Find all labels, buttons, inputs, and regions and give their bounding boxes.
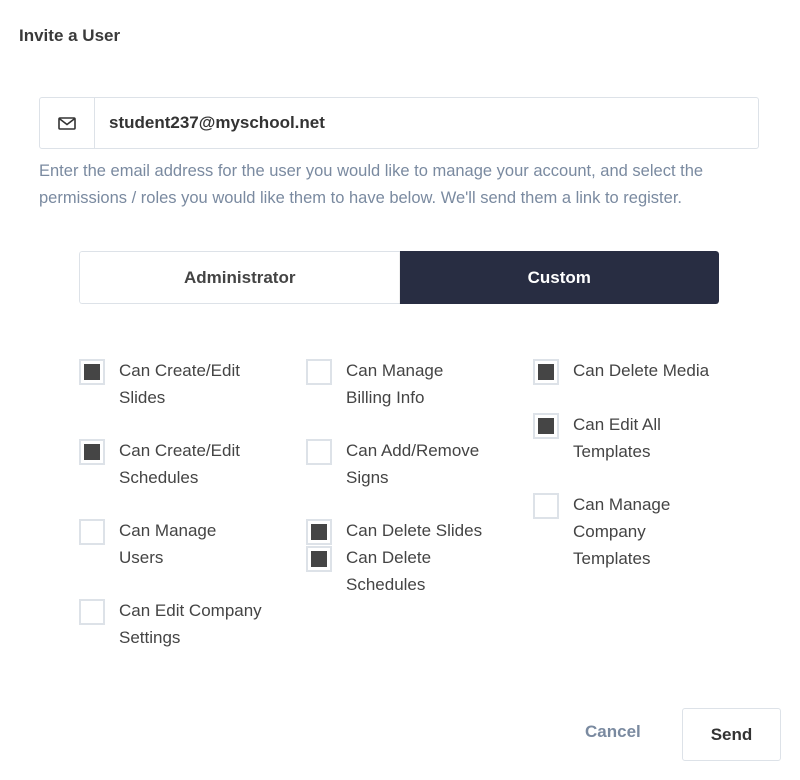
permission-checkbox[interactable] — [306, 519, 332, 545]
permission-label: Can Add/Remove Signs — [346, 441, 480, 487]
permission-label: Can Edit Company Settings — [119, 601, 262, 647]
permission-checkbox[interactable] — [306, 359, 332, 385]
permission-item[interactable]: Can Manage Users — [79, 518, 289, 571]
cancel-button[interactable]: Cancel — [585, 722, 641, 742]
permissions-column-1: Can Create/Edit Slides Can Create/Edit S… — [79, 358, 289, 678]
permission-checkbox[interactable] — [306, 439, 332, 465]
email-icon-addon — [40, 98, 95, 148]
permission-item[interactable]: Can Manage Billing Info — [306, 358, 516, 411]
checkbox-checked-mark — [311, 524, 327, 540]
permission-item[interactable]: Can Create/Edit Schedules — [79, 438, 289, 491]
permission-checkbox[interactable] — [79, 359, 105, 385]
permission-item[interactable]: Can Add/Remove Signs — [306, 438, 516, 491]
permission-label: Can Manage Company Templates — [573, 495, 671, 568]
checkbox-checked-mark — [311, 551, 327, 567]
permission-checkbox[interactable] — [533, 493, 559, 519]
email-input[interactable] — [95, 98, 758, 148]
checkbox-checked-mark — [538, 418, 554, 434]
checkbox-checked-mark — [538, 364, 554, 380]
permission-item[interactable]: Can Manage Company Templates — [533, 492, 743, 572]
permission-item[interactable]: Can Edit Company Settings — [79, 598, 289, 651]
permission-label: Can Create/Edit Schedules — [119, 441, 240, 487]
permissions-column-2: Can Manage Billing Info Can Add/Remove S… — [306, 358, 516, 625]
permissions-column-3: Can Delete Media Can Edit All Templates … — [533, 358, 743, 599]
permission-checkbox[interactable] — [79, 439, 105, 465]
permission-label: Can Delete Schedules — [346, 548, 432, 594]
permission-checkbox[interactable] — [79, 519, 105, 545]
role-toggle: Administrator Custom — [79, 251, 719, 304]
checkbox-checked-mark — [84, 364, 100, 380]
email-help-text: Enter the email address for the user you… — [39, 162, 704, 207]
permission-checkbox[interactable] — [533, 413, 559, 439]
permission-label: Can Delete Slides — [346, 521, 483, 540]
role-option-administrator[interactable]: Administrator — [79, 251, 400, 304]
permission-label: Can Delete Media — [573, 361, 710, 380]
email-input-group — [39, 97, 759, 149]
permission-item[interactable]: Can Create/Edit Slides — [79, 358, 289, 411]
role-option-custom[interactable]: Custom — [399, 251, 719, 304]
permission-checkbox[interactable] — [79, 599, 105, 625]
permission-label: Can Edit All Templates — [573, 415, 661, 461]
permission-label: Can Manage Users — [119, 521, 217, 567]
permission-item[interactable]: Can Delete Schedules — [306, 545, 516, 598]
permission-item[interactable]: Can Edit All Templates — [533, 412, 743, 465]
permission-item[interactable]: Can Delete Media — [533, 358, 743, 385]
permission-checkbox[interactable] — [306, 546, 332, 572]
permission-label: Can Create/Edit Slides — [119, 361, 240, 407]
permission-item[interactable]: Can Delete Slides — [306, 518, 516, 545]
dialog-title: Invite a User — [19, 26, 121, 45]
permission-checkbox[interactable] — [533, 359, 559, 385]
checkbox-checked-mark — [84, 444, 100, 460]
envelope-icon — [58, 116, 76, 130]
permission-label: Can Manage Billing Info — [346, 361, 444, 407]
send-button[interactable]: Send — [682, 708, 781, 761]
